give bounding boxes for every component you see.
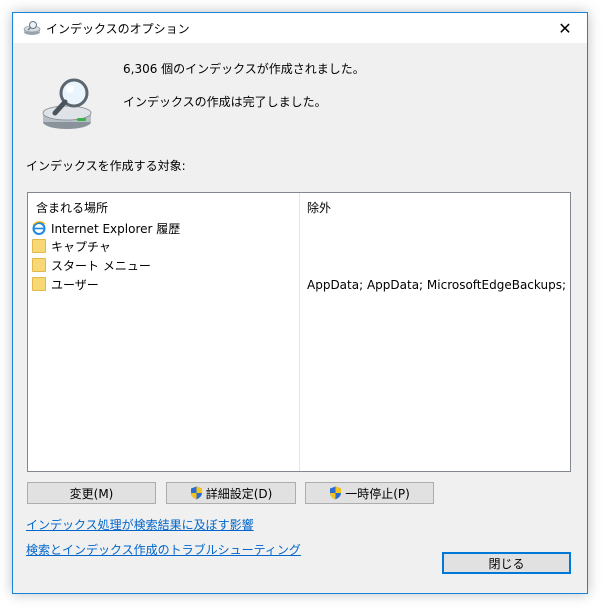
uac-shield-icon — [330, 486, 342, 500]
indexed-locations-list[interactable]: 含まれる場所 除外 Internet Explorer 履歴 キャプチャ スター… — [27, 192, 571, 472]
modify-button-label: 変更(M) — [69, 486, 114, 501]
window-title: インデックスのオプション — [46, 22, 190, 36]
title-bar: インデックスのオプション ✕ — [13, 13, 587, 43]
folder-icon — [32, 258, 46, 272]
advanced-button-label: 詳細設定(D) — [205, 486, 273, 501]
index-count-text: 6,306 個のインデックスが作成されました。 — [123, 62, 365, 76]
location-label: ユーザー — [51, 277, 99, 292]
folder-icon — [32, 277, 46, 291]
column-divider[interactable] — [299, 193, 300, 471]
modify-button[interactable]: 変更(M) — [27, 482, 156, 504]
index-status-text: インデックスの作成は完了しました。 — [123, 95, 327, 109]
list-item[interactable]: Internet Explorer 履歴 — [32, 219, 180, 237]
troubleshoot-link[interactable]: 検索とインデックス作成のトラブルシューティング — [26, 541, 301, 558]
location-label: キャプチャ — [51, 239, 111, 254]
location-label: Internet Explorer 履歴 — [51, 221, 181, 236]
close-button-label: 閉じる — [488, 556, 525, 571]
uac-shield-icon — [190, 486, 202, 500]
advanced-button[interactable]: 詳細設定(D) — [166, 482, 296, 504]
index-targets-label: インデックスを作成する対象: — [26, 159, 186, 173]
close-icon: ✕ — [558, 18, 572, 38]
list-item[interactable]: キャプチャ — [32, 237, 111, 255]
exclude-label: AppData; AppData; MicrosoftEdgeBackups; … — [307, 278, 567, 292]
folder-icon — [32, 239, 46, 253]
column-header-included[interactable]: 含まれる場所 — [36, 199, 108, 216]
indexing-options-icon — [23, 21, 41, 35]
indexing-drive-magnifier-icon — [42, 78, 92, 129]
indexing-affect-link[interactable]: インデックス処理が検索結果に及ぼす影響 — [26, 516, 254, 533]
column-header-excluded[interactable]: 除外 — [307, 199, 331, 216]
pause-button-label: 一時停止(P) — [345, 486, 410, 501]
location-label: スタート メニュー — [51, 258, 151, 273]
pause-button[interactable]: 一時停止(P) — [305, 482, 434, 504]
list-item[interactable]: スタート メニュー — [32, 256, 151, 274]
indexing-options-window: インデックスのオプション ✕ 6,306 個のインデックスが作成されました。 イ… — [12, 12, 588, 594]
ie-icon — [32, 221, 46, 235]
list-item[interactable]: ユーザー — [32, 275, 99, 293]
close-button[interactable]: 閉じる — [442, 552, 571, 574]
close-window-button[interactable]: ✕ — [543, 13, 587, 43]
